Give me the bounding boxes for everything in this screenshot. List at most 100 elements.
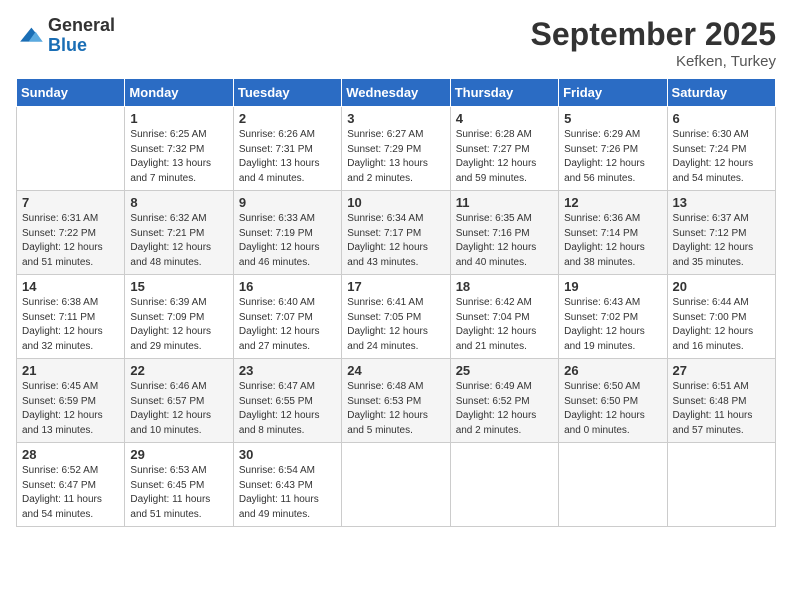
calendar-cell: 12 Sunrise: 6:36 AMSunset: 7:14 PMDayligh…	[559, 191, 667, 275]
day-info: Sunrise: 6:28 AMSunset: 7:27 PMDaylight:…	[456, 128, 553, 186]
calendar-body: 1Sunrise: 6:25 AMSunset: 7:32 PMDaylight…	[17, 107, 776, 527]
calendar-cell: 15 Sunrise: 6:39 AMSunset: 7:09 PMDayligh…	[125, 275, 233, 359]
calendar-cell: 8Sunrise: 6:32 AMSunset: 7:21 PMDaylight…	[125, 191, 233, 275]
day-info: Sunrise: 6:37 AMSunset: 7:12 PMDaylight:…	[673, 212, 770, 270]
day-number: 9	[239, 195, 336, 210]
day-info: Sunrise: 6:49 AMSunset: 6:52 PMDaylight:…	[456, 380, 553, 438]
day-info: Sunrise: 6:31 AMSunset: 7:22 PMDaylight:…	[22, 212, 119, 270]
day-number: 6	[673, 111, 770, 126]
week-row-5: 28 Sunrise: 6:52 AMSunset: 6:47 PMDayligh…	[17, 443, 776, 527]
day-info: Sunrise: 6:36 AMSunset: 7:14 PMDaylight:…	[564, 212, 661, 270]
calendar-cell: 26 Sunrise: 6:50 AMSunset: 6:50 PMDayligh…	[559, 359, 667, 443]
day-info: Sunrise: 6:30 AMSunset: 7:24 PMDaylight:…	[673, 128, 770, 186]
day-info: Sunrise: 6:38 AMSunset: 7:11 PMDaylight:…	[22, 296, 119, 354]
day-info: Sunrise: 6:40 AMSunset: 7:07 PMDaylight:…	[239, 296, 336, 354]
week-row-1: 1Sunrise: 6:25 AMSunset: 7:32 PMDaylight…	[17, 107, 776, 191]
day-number: 16	[239, 279, 336, 294]
day-info: Sunrise: 6:43 AMSunset: 7:02 PMDaylight:…	[564, 296, 661, 354]
calendar-cell: 25 Sunrise: 6:49 AMSunset: 6:52 PMDayligh…	[450, 359, 558, 443]
day-info: Sunrise: 6:44 AMSunset: 7:00 PMDaylight:…	[673, 296, 770, 354]
calendar-cell: 27 Sunrise: 6:51 AMSunset: 6:48 PMDayligh…	[667, 359, 775, 443]
header-tuesday: Tuesday	[233, 79, 341, 107]
logo-text: General Blue	[48, 16, 115, 56]
header-friday: Friday	[559, 79, 667, 107]
day-number: 18	[456, 279, 553, 294]
calendar-cell: 6 Sunrise: 6:30 AMSunset: 7:24 PMDaylight…	[667, 107, 775, 191]
day-number: 5	[564, 111, 661, 126]
day-number: 11	[456, 195, 553, 210]
calendar-cell: 20Sunrise: 6:44 AMSunset: 7:00 PMDayligh…	[667, 275, 775, 359]
day-info: Sunrise: 6:25 AMSunset: 7:32 PMDaylight:…	[130, 128, 227, 186]
day-info: Sunrise: 6:26 AMSunset: 7:31 PMDaylight:…	[239, 128, 336, 186]
day-info: Sunrise: 6:33 AMSunset: 7:19 PMDaylight:…	[239, 212, 336, 270]
day-info: Sunrise: 6:47 AMSunset: 6:55 PMDaylight:…	[239, 380, 336, 438]
calendar-cell: 11Sunrise: 6:35 AMSunset: 7:16 PMDayligh…	[450, 191, 558, 275]
day-info: Sunrise: 6:45 AMSunset: 6:59 PMDaylight:…	[22, 380, 119, 438]
day-number: 19	[564, 279, 661, 294]
day-number: 28	[22, 447, 119, 462]
calendar-cell: 29 Sunrise: 6:53 AMSunset: 6:45 PMDayligh…	[125, 443, 233, 527]
day-info: Sunrise: 6:32 AMSunset: 7:21 PMDaylight:…	[130, 212, 227, 270]
calendar-subtitle: Kefken, Turkey	[531, 53, 776, 70]
calendar-cell: 13 Sunrise: 6:37 AMSunset: 7:12 PMDayligh…	[667, 191, 775, 275]
calendar-cell	[667, 443, 775, 527]
day-info: Sunrise: 6:53 AMSunset: 6:45 PMDaylight:…	[130, 464, 227, 522]
day-info: Sunrise: 6:27 AMSunset: 7:29 PMDaylight:…	[347, 128, 444, 186]
calendar-cell: 30 Sunrise: 6:54 AMSunset: 6:43 PMDayligh…	[233, 443, 341, 527]
day-info: Sunrise: 6:52 AMSunset: 6:47 PMDaylight:…	[22, 464, 119, 522]
day-number: 30	[239, 447, 336, 462]
calendar-cell: 24 Sunrise: 6:48 AMSunset: 6:53 PMDayligh…	[342, 359, 450, 443]
calendar-cell	[450, 443, 558, 527]
calendar-cell: 5Sunrise: 6:29 AMSunset: 7:26 PMDaylight…	[559, 107, 667, 191]
day-number: 22	[130, 363, 227, 378]
header-monday: Monday	[125, 79, 233, 107]
header-saturday: Saturday	[667, 79, 775, 107]
day-info: Sunrise: 6:42 AMSunset: 7:04 PMDaylight:…	[456, 296, 553, 354]
day-info: Sunrise: 6:48 AMSunset: 6:53 PMDaylight:…	[347, 380, 444, 438]
calendar-header: Sunday Monday Tuesday Wednesday Thursday…	[17, 79, 776, 107]
calendar-cell: 23 Sunrise: 6:47 AMSunset: 6:55 PMDayligh…	[233, 359, 341, 443]
logo: General Blue	[16, 16, 115, 56]
calendar-cell: 10Sunrise: 6:34 AMSunset: 7:17 PMDayligh…	[342, 191, 450, 275]
day-number: 3	[347, 111, 444, 126]
calendar-cell: 21Sunrise: 6:45 AMSunset: 6:59 PMDayligh…	[17, 359, 125, 443]
day-number: 2	[239, 111, 336, 126]
calendar-cell: 22 Sunrise: 6:46 AMSunset: 6:57 PMDayligh…	[125, 359, 233, 443]
day-number: 23	[239, 363, 336, 378]
day-number: 7	[22, 195, 119, 210]
day-number: 4	[456, 111, 553, 126]
title-section: September 2025 Kefken, Turkey	[531, 16, 776, 70]
day-number: 26	[564, 363, 661, 378]
day-info: Sunrise: 6:54 AMSunset: 6:43 PMDaylight:…	[239, 464, 336, 522]
day-number: 15	[130, 279, 227, 294]
day-number: 29	[130, 447, 227, 462]
day-number: 13	[673, 195, 770, 210]
day-number: 24	[347, 363, 444, 378]
day-number: 27	[673, 363, 770, 378]
week-row-4: 21Sunrise: 6:45 AMSunset: 6:59 PMDayligh…	[17, 359, 776, 443]
day-number: 25	[456, 363, 553, 378]
day-info: Sunrise: 6:46 AMSunset: 6:57 PMDaylight:…	[130, 380, 227, 438]
day-info: Sunrise: 6:34 AMSunset: 7:17 PMDaylight:…	[347, 212, 444, 270]
week-row-3: 14 Sunrise: 6:38 AMSunset: 7:11 PMDayligh…	[17, 275, 776, 359]
day-number: 14	[22, 279, 119, 294]
logo-icon	[16, 22, 44, 50]
day-info: Sunrise: 6:50 AMSunset: 6:50 PMDaylight:…	[564, 380, 661, 438]
calendar-cell: 9 Sunrise: 6:33 AMSunset: 7:19 PMDaylight…	[233, 191, 341, 275]
calendar-cell: 7 Sunrise: 6:31 AMSunset: 7:22 PMDaylight…	[17, 191, 125, 275]
day-number: 12	[564, 195, 661, 210]
calendar-cell	[17, 107, 125, 191]
calendar-cell: 2 Sunrise: 6:26 AMSunset: 7:31 PMDaylight…	[233, 107, 341, 191]
day-info: Sunrise: 6:39 AMSunset: 7:09 PMDaylight:…	[130, 296, 227, 354]
day-number: 17	[347, 279, 444, 294]
calendar-cell: 19 Sunrise: 6:43 AMSunset: 7:02 PMDayligh…	[559, 275, 667, 359]
calendar-table: Sunday Monday Tuesday Wednesday Thursday…	[16, 78, 776, 527]
calendar-cell: 28 Sunrise: 6:52 AMSunset: 6:47 PMDayligh…	[17, 443, 125, 527]
logo-general: General	[48, 16, 115, 36]
day-info: Sunrise: 6:41 AMSunset: 7:05 PMDaylight:…	[347, 296, 444, 354]
calendar-cell: 18 Sunrise: 6:42 AMSunset: 7:04 PMDayligh…	[450, 275, 558, 359]
calendar-title: September 2025	[531, 16, 776, 53]
calendar-cell: 1Sunrise: 6:25 AMSunset: 7:32 PMDaylight…	[125, 107, 233, 191]
header-wednesday: Wednesday	[342, 79, 450, 107]
day-info: Sunrise: 6:51 AMSunset: 6:48 PMDaylight:…	[673, 380, 770, 438]
